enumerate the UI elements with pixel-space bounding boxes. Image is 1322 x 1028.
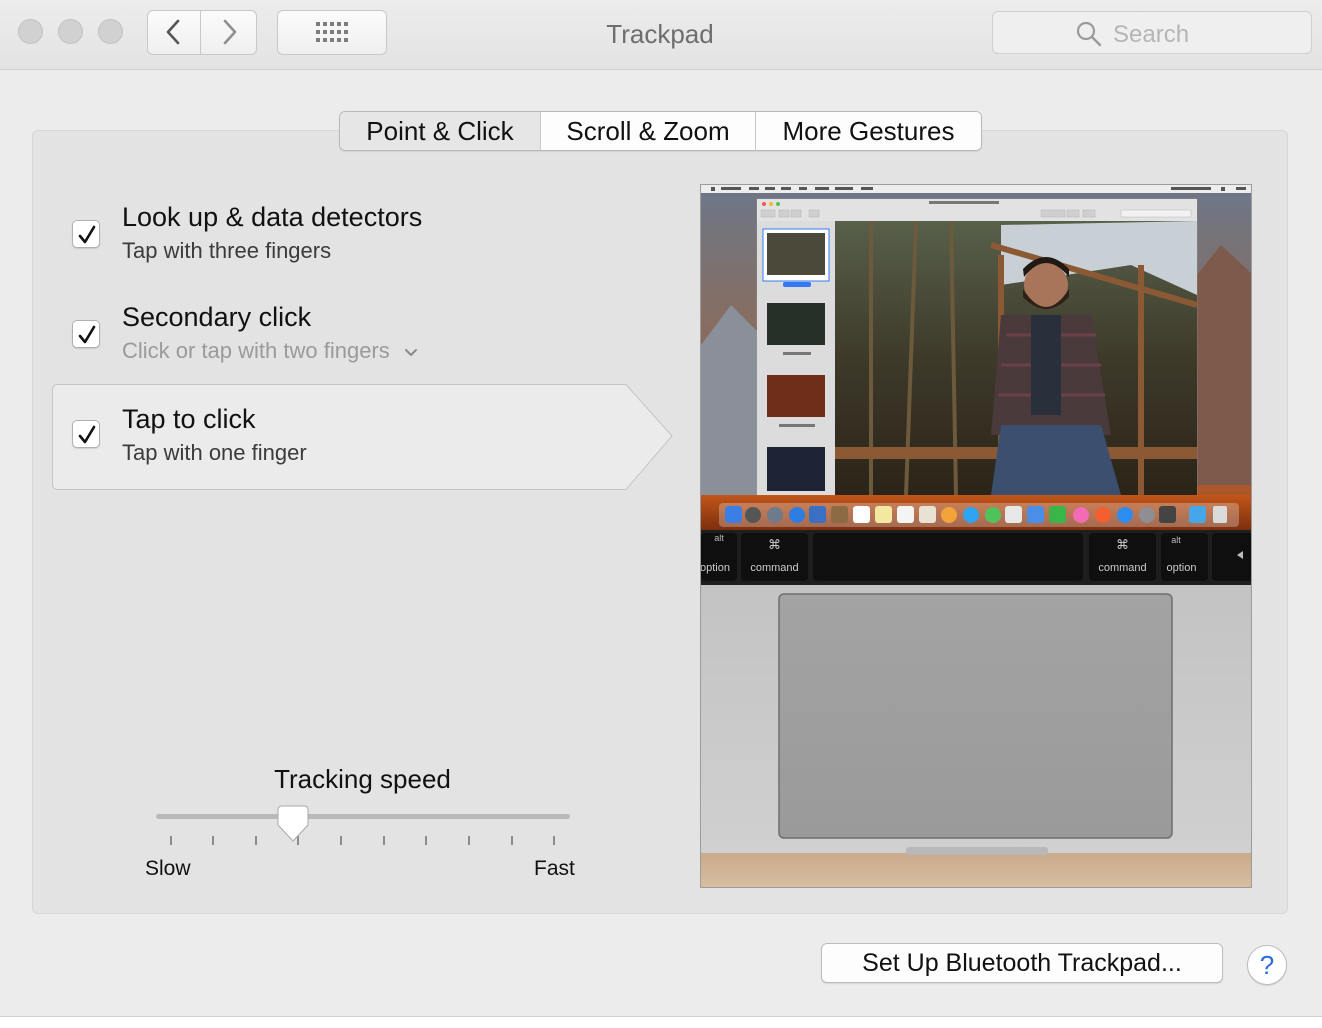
tab-point-and-click[interactable]: Point & Click bbox=[340, 112, 541, 150]
search-field[interactable]: Search bbox=[992, 11, 1312, 54]
option-title: Look up & data detectors bbox=[122, 202, 423, 232]
key-option-right-top: alt bbox=[1171, 535, 1181, 545]
key-command-right-label: command bbox=[1098, 562, 1147, 574]
slider-tick bbox=[340, 836, 342, 845]
gesture-preview-image: alt option ⌘ command ⌘ command alt optio… bbox=[700, 184, 1252, 888]
key-command-left-label: command bbox=[750, 562, 799, 574]
tap-to-click-checkbox[interactable] bbox=[72, 420, 100, 448]
minimize-window-button[interactable] bbox=[58, 19, 83, 44]
trackpad-preferences-window: Trackpad Search Point & Click Scroll & Z… bbox=[0, 0, 1322, 1028]
forward-button[interactable] bbox=[201, 10, 257, 55]
help-button[interactable]: ? bbox=[1247, 945, 1287, 985]
fast-label: Fast bbox=[534, 857, 575, 880]
option-tap-to-click[interactable]: Tap to click Tap with one finger bbox=[52, 384, 674, 490]
secondary-click-dropdown[interactable]: Click or tap with two fingers bbox=[122, 338, 418, 364]
key-option-left-label: option bbox=[700, 562, 730, 574]
title-bar: Trackpad Search bbox=[0, 0, 1322, 70]
background-window-edge bbox=[0, 1016, 1322, 1028]
secondary-click-checkbox[interactable] bbox=[72, 320, 100, 348]
slider-tick bbox=[468, 836, 470, 845]
slider-thumb[interactable] bbox=[277, 805, 309, 843]
slow-label: Slow bbox=[145, 857, 191, 880]
slider-tick bbox=[255, 836, 257, 845]
option-title: Secondary click bbox=[122, 302, 312, 332]
slider-tick bbox=[212, 836, 214, 845]
tab-more-gestures[interactable]: More Gestures bbox=[756, 112, 981, 150]
show-all-button[interactable] bbox=[277, 10, 387, 55]
chevron-right-icon bbox=[223, 19, 237, 45]
back-button[interactable] bbox=[147, 10, 201, 55]
tracking-speed-label: Tracking speed bbox=[274, 764, 451, 794]
slider-tick bbox=[425, 836, 427, 845]
grid-icon bbox=[316, 22, 348, 42]
key-option-right-label: option bbox=[1166, 562, 1197, 574]
option-title: Tap to click bbox=[122, 404, 256, 434]
close-window-button[interactable] bbox=[18, 19, 43, 44]
search-icon bbox=[1076, 21, 1102, 47]
selection-callout bbox=[52, 384, 673, 490]
search-placeholder: Search bbox=[1113, 21, 1190, 48]
zoom-window-button[interactable] bbox=[98, 19, 123, 44]
tab-scroll-and-zoom[interactable]: Scroll & Zoom bbox=[541, 112, 756, 150]
slider-tick bbox=[170, 836, 172, 845]
window-title: Trackpad bbox=[606, 19, 714, 49]
option-subtitle: Tap with three fingers bbox=[122, 238, 332, 263]
slider-tick bbox=[383, 836, 385, 845]
slider-tick bbox=[553, 836, 555, 845]
key-command-right-symbol: ⌘ bbox=[1116, 537, 1129, 552]
setup-bluetooth-trackpad-button[interactable]: Set Up Bluetooth Trackpad... bbox=[821, 943, 1223, 983]
option-look-up[interactable]: Look up & data detectors Tap with three … bbox=[52, 184, 672, 288]
look-up-checkbox[interactable] bbox=[72, 220, 100, 248]
key-command-left-symbol: ⌘ bbox=[768, 537, 781, 552]
option-subtitle: Tap with one finger bbox=[122, 440, 307, 465]
chevron-down-icon bbox=[404, 349, 417, 356]
tracking-speed-slider[interactable] bbox=[156, 814, 570, 819]
chevron-left-icon bbox=[166, 19, 180, 45]
option-secondary-click[interactable]: Secondary click Click or tap with two fi… bbox=[52, 284, 672, 388]
slider-tick bbox=[511, 836, 513, 845]
checkmark-icon bbox=[78, 225, 96, 244]
tab-bar: Point & Click Scroll & Zoom More Gesture… bbox=[339, 111, 982, 151]
dropdown-value: Click or tap with two fingers bbox=[122, 338, 390, 363]
checkmark-icon bbox=[78, 425, 96, 444]
key-option-left-top: alt bbox=[714, 533, 724, 543]
checkmark-icon bbox=[78, 325, 96, 344]
